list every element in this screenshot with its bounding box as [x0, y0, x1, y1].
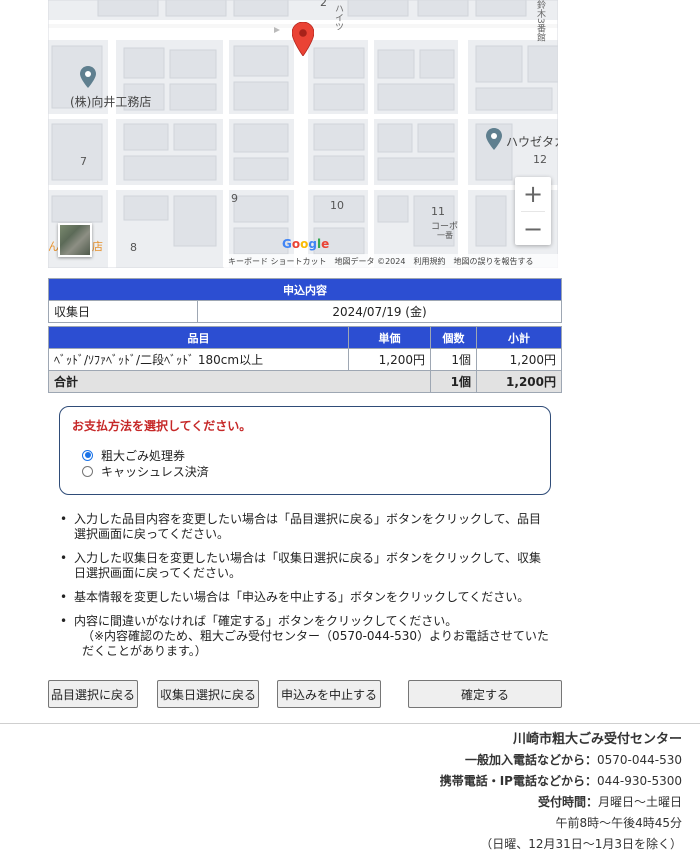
payment-method-title: お支払方法を選択してください。	[72, 419, 252, 433]
cancel-application-button[interactable]: 申込みを中止する	[277, 680, 381, 708]
total-subtotal: 1,200円	[476, 370, 562, 393]
note-text: 選択画面に戻ってください。	[74, 527, 230, 541]
col-header-subtotal: 小計	[476, 326, 562, 349]
note-text: 入力した品目内容を変更したい場合は「品目選択に戻る」ボタンをクリックして、品目	[74, 512, 542, 526]
center-name: 川崎市粗大ごみ受付センター	[512, 732, 682, 747]
list-item: 基本情報を変更したい場合は「申込みを中止する」ボタンをクリックしてください。	[56, 590, 556, 605]
map-attribution-bar: キーボード ショートカット 地図データ ©2024 利用規約 地図の誤りを報告す…	[224, 254, 558, 268]
map-label-side: 鈴木3番館	[535, 0, 545, 42]
mobile-number: 044-930-5300	[596, 774, 682, 788]
map-label-ichigo: 一番	[437, 231, 453, 240]
report-error-link[interactable]: 地図の誤りを報告する	[453, 256, 533, 267]
collection-date-label: 収集日	[48, 300, 198, 323]
radio-selected[interactable]	[82, 449, 93, 461]
total-qty: 1個	[430, 370, 477, 393]
map-label-number: 2	[320, 0, 327, 9]
list-item: 内容に間違いがなければ「確定する」ボタンをクリックしてください。 （※内容確認の…	[56, 614, 556, 659]
satellite-toggle[interactable]	[58, 223, 92, 257]
payment-option-cashless[interactable]: キャッシュレス決済	[72, 463, 538, 479]
landline-row: 一般加入電話などから：0570-044-530	[440, 750, 682, 771]
table-row: ﾍﾞｯﾄﾞ/ｿﾌｧﾍﾞｯﾄﾞ/二段ﾍﾞｯﾄﾞ 180cm以上 1,200円 1個…	[48, 348, 562, 371]
landline-label: 一般加入電話などから：	[464, 753, 597, 767]
hours-excluded: （日曜、12月31日～1月3日を除く）	[480, 837, 682, 851]
application-table: 申込内容 収集日 2024/07/19 (金)	[48, 278, 562, 323]
map[interactable]: 2 ハイツ 鈴木3番館 (株)向井工務店 ハウゼタカ 7 9 10 11 12 …	[48, 0, 558, 268]
landline-number: 0570-044-530	[596, 753, 682, 767]
col-header-unit-price: 単価	[348, 326, 431, 349]
application-header: 申込内容	[48, 278, 562, 301]
map-poi-label[interactable]: (株)向井工務店	[70, 93, 151, 110]
mobile-row: 携帯電話・IP電話などから：044-930-5300	[440, 771, 682, 792]
list-item: 入力した品目内容を変更したい場合は「品目選択に戻る」ボタンをクリックして、品目 …	[56, 512, 556, 542]
back-to-items-button[interactable]: 品目選択に戻る	[48, 680, 138, 708]
map-label-number: 9	[231, 192, 238, 205]
total-label: 合計	[48, 370, 431, 393]
col-header-qty: 個数	[430, 326, 477, 349]
note-text: 基本情報を変更したい場合は「申込みを中止する」ボタンをクリックしてください。	[74, 590, 530, 604]
back-to-date-button[interactable]: 収集日選択に戻る	[157, 680, 259, 708]
hours-time: 午前8時～午後4時45分	[555, 816, 682, 830]
terms-link[interactable]: 利用規約	[413, 256, 445, 267]
note-text: 入力した収集日を変更したい場合は「収集日選択に戻る」ボタンをクリックして、収集	[74, 551, 542, 565]
hours-row: 受付時間：月曜日～土曜日	[440, 792, 682, 813]
zoom-in-button[interactable]: +	[515, 177, 551, 211]
zoom-control: + −	[515, 177, 551, 245]
radio-unselected[interactable]	[82, 465, 93, 477]
keyboard-shortcuts-link[interactable]: キーボード ショートカット	[228, 256, 327, 267]
map-label-haitsu: ハイツ	[333, 4, 343, 31]
item-unit-price: 1,200円	[348, 348, 431, 371]
item-subtotal: 1,200円	[476, 348, 562, 371]
list-item: 入力した収集日を変更したい場合は「収集日選択に戻る」ボタンをクリックして、収集 …	[56, 551, 556, 581]
collection-date-value: 2024/07/19 (金)	[197, 300, 562, 323]
payment-option-ticket[interactable]: 粗大ごみ処理券	[72, 447, 538, 463]
hours-label: 受付時間：	[537, 795, 598, 809]
mobile-label: 携帯電話・IP電話などから：	[439, 774, 597, 788]
poi-marker-icon[interactable]	[80, 66, 96, 88]
zoom-out-button[interactable]: −	[515, 212, 551, 246]
note-text: だくことがあります。）	[82, 644, 207, 658]
payment-method-box: お支払方法を選択してください。 粗大ごみ処理券 キャッシュレス決済	[59, 406, 551, 495]
map-data-text: 地図データ ©2024	[334, 256, 406, 266]
payment-option-label: キャッシュレス決済	[101, 464, 209, 479]
items-table: 品目 単価 個数 小計 ﾍﾞｯﾄﾞ/ｿﾌｧﾍﾞｯﾄﾞ/二段ﾍﾞｯﾄﾞ 180cm…	[48, 326, 562, 393]
map-label-number: 10	[330, 199, 344, 212]
footer: 川崎市粗大ごみ受付センター 一般加入電話などから：0570-044-530 携帯…	[440, 729, 682, 855]
location-pin-icon[interactable]	[292, 22, 314, 56]
instructions-list: 入力した品目内容を変更したい場合は「品目選択に戻る」ボタンをクリックして、品目 …	[56, 512, 556, 668]
hours-days: 月曜日～土曜日	[597, 795, 682, 809]
map-poi-label[interactable]: ハウゼタカ	[506, 133, 558, 150]
map-label-number: 8	[130, 241, 137, 254]
map-label-number: 12	[533, 153, 547, 166]
col-header-item: 品目	[48, 326, 349, 349]
poi-marker-icon[interactable]	[486, 128, 502, 150]
map-label-number: 11	[431, 205, 445, 218]
note-text: 内容に間違いがなければ「確定する」ボタンをクリックしてください。	[74, 614, 458, 628]
item-qty: 1個	[430, 348, 477, 371]
note-text: 日選択画面に戻ってください。	[74, 566, 242, 580]
google-logo: Google	[282, 237, 330, 251]
item-name: ﾍﾞｯﾄﾞ/ｿﾌｧﾍﾞｯﾄﾞ/二段ﾍﾞｯﾄﾞ 180cm以上	[48, 348, 349, 371]
payment-option-label: 粗大ごみ処理券	[101, 448, 186, 463]
footer-divider	[0, 723, 700, 724]
note-text: （※内容確認のため、粗大ごみ受付センター（0570-044-530）よりお電話さ…	[82, 629, 549, 643]
total-row: 合計 1個 1,200円	[48, 370, 562, 393]
confirm-button[interactable]: 確定する	[408, 680, 562, 708]
map-label-number: 7	[80, 155, 87, 168]
